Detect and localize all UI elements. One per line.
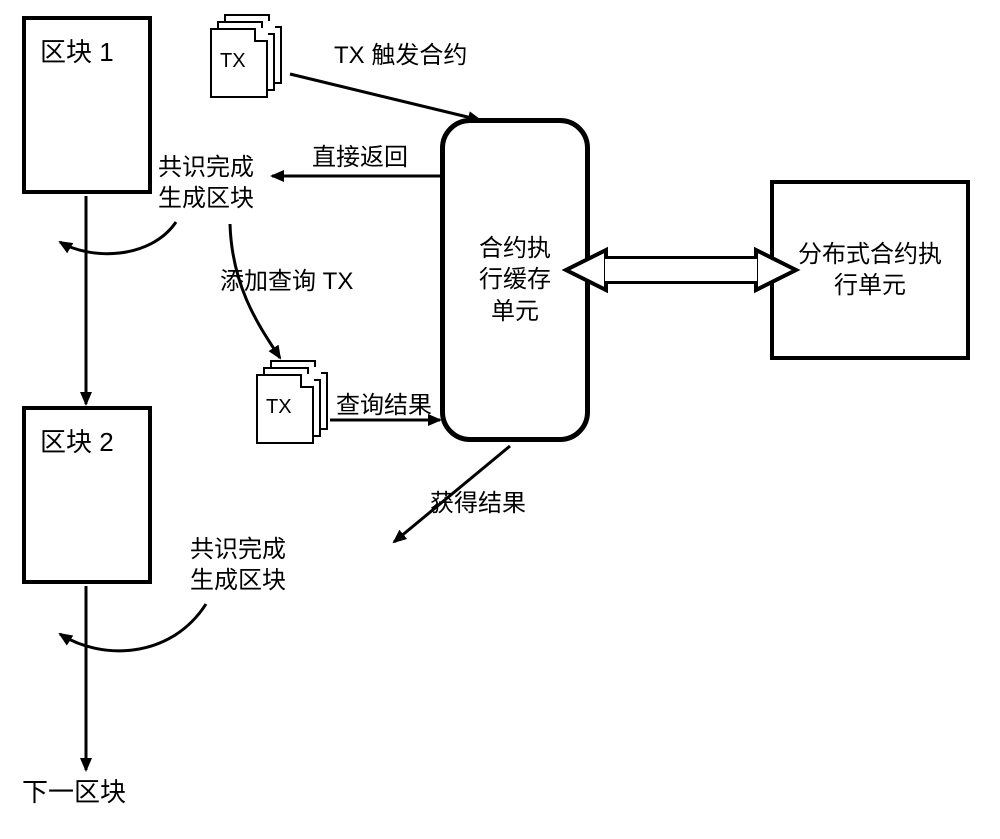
arrow-tx1-to-cache bbox=[290, 74, 480, 120]
contract-cache-unit: 合约执 行缓存 单元 bbox=[440, 118, 590, 442]
query-result-label: 查询结果 bbox=[336, 390, 432, 421]
distributed-contract-unit-label: 分布式合约执 行单元 bbox=[798, 239, 942, 301]
block-2: 区块 2 bbox=[22, 406, 152, 584]
block-2-label: 区块 2 bbox=[40, 426, 114, 460]
consensus-2-label: 共识完成 生成区块 bbox=[190, 534, 286, 596]
tx-stack-2-label: TX bbox=[266, 396, 292, 419]
next-block-label: 下一区块 bbox=[22, 776, 126, 810]
block-1-label: 区块 1 bbox=[40, 36, 114, 70]
get-result-label: 获得结果 bbox=[430, 488, 526, 519]
consensus-1-label: 共识完成 生成区块 bbox=[158, 152, 254, 214]
tx-stack-1-label: TX bbox=[220, 50, 246, 73]
add-query-tx-label: 添加查询 TX bbox=[220, 266, 353, 297]
distributed-contract-unit: 分布式合约执 行单元 bbox=[770, 180, 970, 360]
block-1: 区块 1 bbox=[22, 16, 152, 194]
direct-return-label: 直接返回 bbox=[312, 142, 408, 173]
contract-cache-unit-label: 合约执 行缓存 单元 bbox=[479, 233, 551, 327]
arrow-consensus-1 bbox=[60, 222, 176, 254]
arrow-consensus-2 bbox=[60, 604, 206, 651]
double-arrow-cache-dist bbox=[566, 250, 796, 290]
trigger-label: TX 触发合约 bbox=[334, 40, 467, 71]
